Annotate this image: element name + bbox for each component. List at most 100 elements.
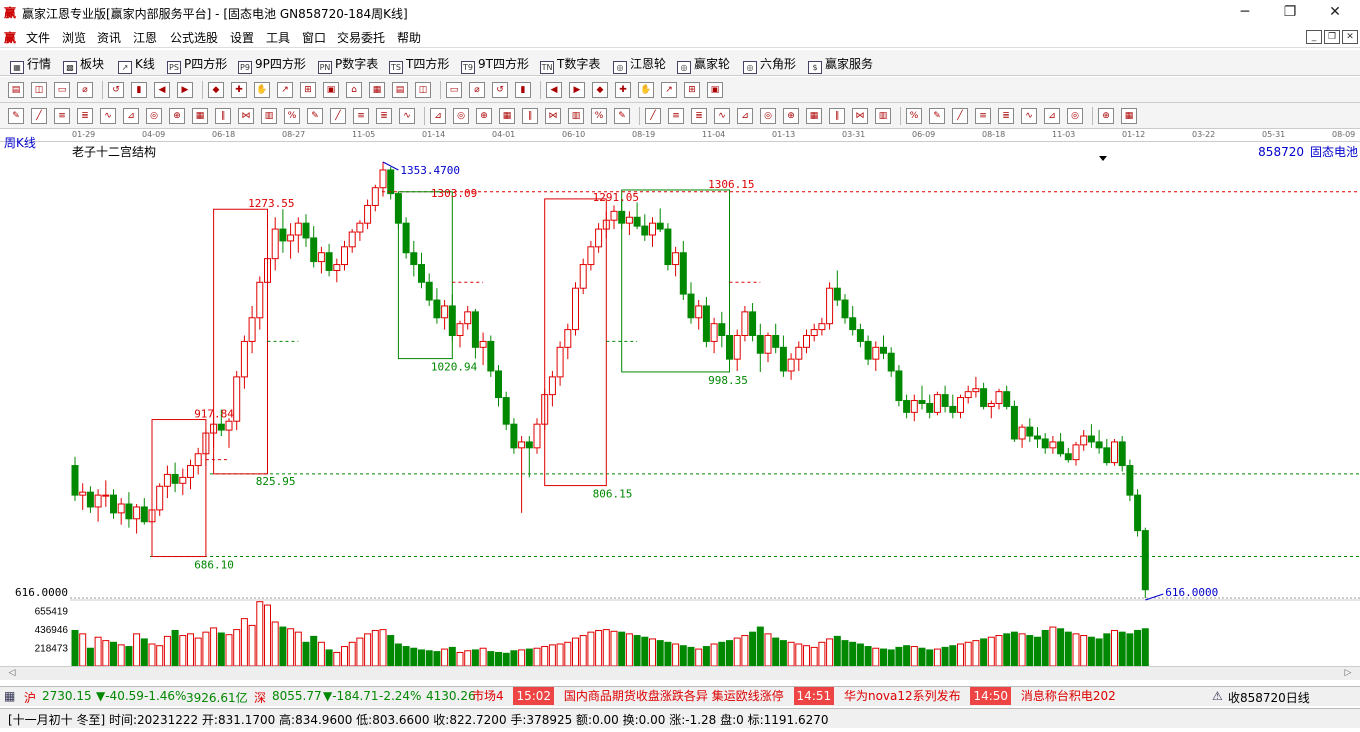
ticker-text[interactable]: 国内商品期货收盘涨跌各异 集运欧线涨停	[558, 687, 790, 705]
tool-icon[interactable]: ◫	[415, 82, 431, 98]
tool-icon[interactable]: ◎	[760, 108, 776, 124]
tool-icon[interactable]: %	[591, 108, 607, 124]
tool-icon[interactable]: ⊿	[1044, 108, 1060, 124]
tool-icon[interactable]: ▭	[54, 82, 70, 98]
tool-icon[interactable]: ▦	[499, 108, 515, 124]
tool-icon[interactable]: ▣	[707, 82, 723, 98]
tool-icon[interactable]: ▮	[131, 82, 147, 98]
chart-scrollbar[interactable]: ◁ ▷	[0, 666, 1360, 680]
tool-icon[interactable]: ⊿	[737, 108, 753, 124]
mdi-restore-button[interactable]: ❐	[1324, 30, 1340, 44]
tb-9t-square-button[interactable]: T9 9T四方形	[461, 55, 529, 74]
tool-icon[interactable]: ▣	[323, 82, 339, 98]
tool-icon[interactable]: ↺	[492, 82, 508, 98]
minimize-button[interactable]: ─	[1230, 2, 1260, 22]
tool-icon[interactable]: ▤	[392, 82, 408, 98]
menu-gann[interactable]: 江恩	[133, 29, 157, 46]
tool-icon[interactable]: ▥	[261, 108, 277, 124]
tool-icon[interactable]: ╱	[330, 108, 346, 124]
alert-icon[interactable]: ⚠	[1212, 689, 1223, 703]
tool-icon[interactable]: ✎	[8, 108, 24, 124]
tb-t-number-button[interactable]: TN T数字表	[540, 55, 600, 74]
tool-icon[interactable]: ✎	[929, 108, 945, 124]
tool-icon[interactable]: ≡	[975, 108, 991, 124]
tool-icon[interactable]: %	[284, 108, 300, 124]
tool-icon[interactable]: ◎	[453, 108, 469, 124]
ticker-text[interactable]: 市场4	[470, 687, 510, 705]
tool-icon[interactable]: ↗	[277, 82, 293, 98]
tool-icon[interactable]: ∿	[399, 108, 415, 124]
tool-icon[interactable]: ≣	[998, 108, 1014, 124]
tool-icon[interactable]: ⋈	[852, 108, 868, 124]
menu-news[interactable]: 资讯	[97, 29, 121, 46]
tool-icon[interactable]: ▦	[806, 108, 822, 124]
news-ticker[interactable]: 市场4 15:02 国内商品期货收盘涨跌各异 集运欧线涨停 14:51 华为no…	[470, 687, 1205, 706]
tool-icon[interactable]: ▶	[177, 82, 193, 98]
tool-icon[interactable]: ∿	[1021, 108, 1037, 124]
tb-t-square-button[interactable]: TS T四方形	[389, 55, 449, 74]
tool-icon[interactable]: ≣	[376, 108, 392, 124]
tool-icon[interactable]: ▭	[446, 82, 462, 98]
tool-icon[interactable]: ⌀	[77, 82, 93, 98]
tb-gann-wheel-button[interactable]: ◎ 江恩轮	[613, 55, 666, 74]
tool-icon[interactable]: ◀	[154, 82, 170, 98]
tb-kline-button[interactable]: ↗ K线	[118, 55, 155, 74]
maximize-button[interactable]: ❐	[1275, 2, 1305, 22]
scroll-right-icon[interactable]: ▷	[1338, 668, 1358, 679]
tool-icon[interactable]: ∥	[215, 108, 231, 124]
tool-icon[interactable]: ✋	[638, 82, 654, 98]
tb-winner-wheel-button[interactable]: ◎ 赢家轮	[677, 55, 730, 74]
calc-icon[interactable]: ▦	[4, 689, 15, 703]
tool-icon[interactable]: ▮	[515, 82, 531, 98]
tool-icon[interactable]: ≣	[691, 108, 707, 124]
tool-icon[interactable]: ◀	[546, 82, 562, 98]
tool-icon[interactable]: ∿	[100, 108, 116, 124]
tool-icon[interactable]: ⊿	[123, 108, 139, 124]
menu-trade[interactable]: 交易委托	[337, 29, 385, 46]
tool-icon[interactable]: ▦	[192, 108, 208, 124]
tool-icon[interactable]: ▦	[369, 82, 385, 98]
tb-quotes-button[interactable]: ▦ 行情	[10, 55, 51, 74]
tb-hexagon-button[interactable]: ◎ 六角形	[743, 55, 796, 74]
tool-icon[interactable]: ▤	[8, 82, 24, 98]
tb-p-square-button[interactable]: PS P四方形	[167, 55, 227, 74]
tb-sector-button[interactable]: ▩ 板块	[63, 55, 104, 74]
tool-icon[interactable]: ◫	[31, 82, 47, 98]
tool-icon[interactable]: ⋈	[238, 108, 254, 124]
tool-icon[interactable]: ▶	[569, 82, 585, 98]
tool-icon[interactable]: ╱	[952, 108, 968, 124]
tool-icon[interactable]: ✋	[254, 82, 270, 98]
tool-icon[interactable]: ⌀	[469, 82, 485, 98]
tool-icon[interactable]: ⊕	[1098, 108, 1114, 124]
tool-icon[interactable]: ▥	[875, 108, 891, 124]
tool-icon[interactable]: ╱	[645, 108, 661, 124]
tool-icon[interactable]: ⊿	[430, 108, 446, 124]
tb-9p-square-button[interactable]: P9 9P四方形	[238, 55, 306, 74]
menu-window[interactable]: 窗口	[302, 29, 326, 46]
tool-icon[interactable]: ⊕	[476, 108, 492, 124]
menu-tools[interactable]: 工具	[266, 29, 290, 46]
tool-icon[interactable]: ▦	[1121, 108, 1137, 124]
tool-icon[interactable]: ◆	[208, 82, 224, 98]
tool-icon[interactable]: ≣	[77, 108, 93, 124]
tool-icon[interactable]: ⊕	[169, 108, 185, 124]
tool-icon[interactable]: ⊕	[783, 108, 799, 124]
tool-icon[interactable]: ⌂	[346, 82, 362, 98]
mdi-close-button[interactable]: ✕	[1342, 30, 1358, 44]
tb-service-button[interactable]: $ 赢家服务	[808, 55, 873, 74]
tool-icon[interactable]: ↺	[108, 82, 124, 98]
ticker-text[interactable]: 消息称台积电202	[1015, 687, 1122, 705]
menu-formula-select[interactable]: 公式选股	[170, 29, 218, 46]
tool-icon[interactable]: ◎	[1067, 108, 1083, 124]
tool-icon[interactable]: ◎	[146, 108, 162, 124]
menu-settings[interactable]: 设置	[230, 29, 254, 46]
tool-icon[interactable]: ✚	[231, 82, 247, 98]
tool-icon[interactable]: ⊞	[684, 82, 700, 98]
kline-chart[interactable]: 655419 436946 218473 1353.4700 1303.09 1306.1…	[0, 142, 1360, 666]
tb-p-number-button[interactable]: PN P数字表	[318, 55, 378, 74]
menu-help[interactable]: 帮助	[397, 29, 421, 46]
tool-icon[interactable]: ╱	[31, 108, 47, 124]
scroll-left-icon[interactable]: ◁	[2, 668, 22, 679]
menu-logo-icon[interactable]: 赢	[4, 29, 16, 46]
tool-icon[interactable]: ∥	[522, 108, 538, 124]
